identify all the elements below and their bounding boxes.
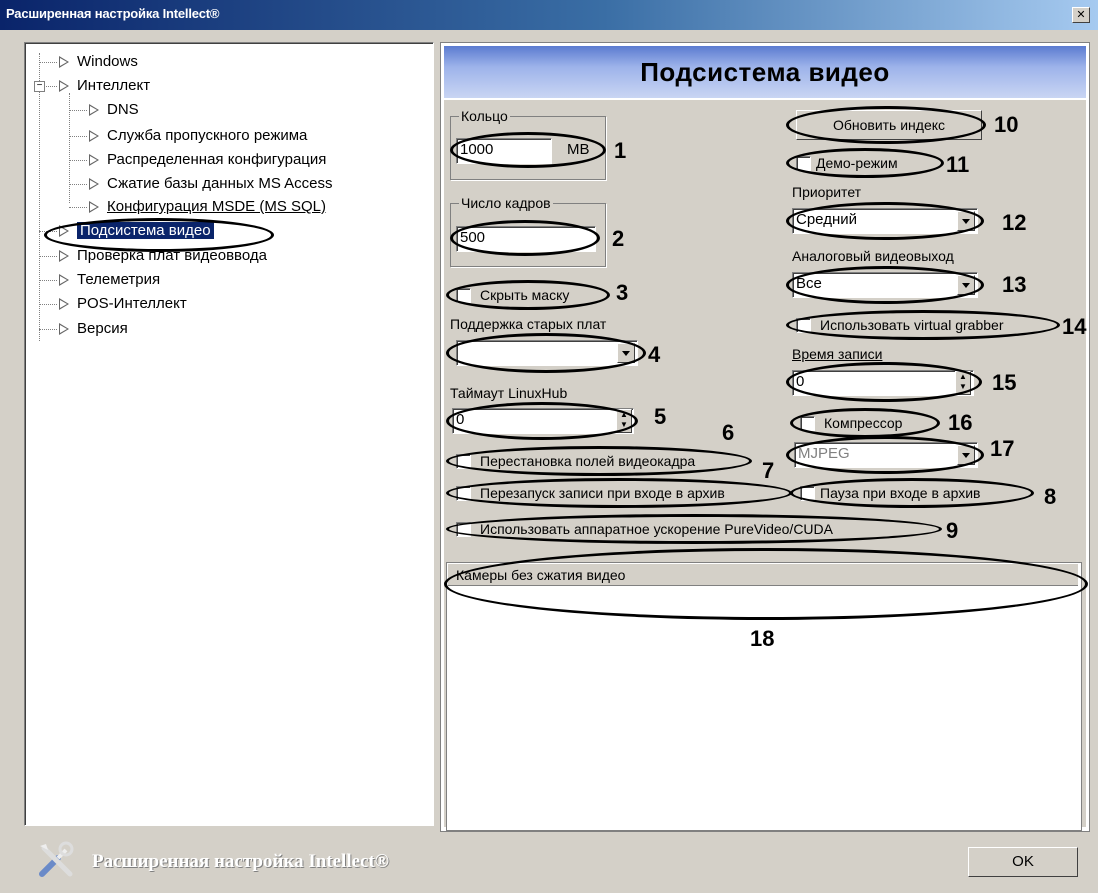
callout-7: 7 [762,458,775,483]
callout-5: 5 [654,404,667,429]
frames-input[interactable]: 500 [456,226,596,252]
tools-icon [39,841,74,877]
callout-17: 17 [990,436,1015,461]
linuxhub-timeout-input[interactable]: 0 [452,408,634,434]
demo-mode-checkbox[interactable] [796,156,811,171]
tree-item-intellect[interactable]: Интеллект [59,77,150,94]
tree-item-telemetry[interactable]: Телеметрия [59,271,160,288]
priority-label: Приоритет [792,184,862,200]
cameras-list[interactable] [446,562,1082,831]
update-index-button[interactable]: Обновить индекс [796,110,982,140]
spin-arrows-icon[interactable]: ▲ ▼ [955,371,971,395]
chevron-down-icon[interactable] [617,343,635,363]
window-title: Расширенная настройка Intellect® [6,6,220,21]
demo-mode-label: Демо-режим [816,155,898,171]
node-icon [59,225,69,238]
ok-button[interactable]: OK [968,847,1078,877]
node-icon [59,56,69,69]
close-button[interactable]: ✕ [1072,7,1090,23]
ring-unit: MB [567,141,590,158]
record-time-input[interactable]: 0 [792,370,974,396]
callout-8: 8 [1044,484,1057,509]
chevron-down-icon[interactable] [957,445,975,465]
callout-4: 4 [648,342,661,367]
callout-9: 9 [946,518,959,543]
old-boards-select[interactable] [456,340,638,366]
virtual-grabber-checkbox[interactable] [796,318,811,333]
callout-2: 2 [612,226,625,251]
codec-select[interactable]: MJPEG [794,442,978,468]
callout-14: 14 [1062,314,1087,339]
node-icon [59,323,69,336]
tree-item-distributed-config[interactable]: Распределенная конфигурация [89,151,326,168]
callout-13: 13 [1002,272,1027,297]
analog-out-label: Аналоговый видеовыход [792,248,954,264]
settings-tree[interactable]: Windows − Интеллект DNS Служба пропускно… [24,42,434,826]
node-icon [59,250,69,263]
chevron-down-icon[interactable] [957,275,975,295]
linuxhub-label: Таймаут LinuxHub [450,385,568,401]
ring-label: Кольцо [459,108,510,124]
tree-item-pos-intellect[interactable]: POS-Интеллект [59,295,187,312]
node-icon [59,298,69,311]
compressor-checkbox[interactable] [800,416,815,431]
node-icon [89,154,99,167]
pause-archive-checkbox[interactable] [800,486,815,501]
ring-size-input[interactable]: 1000 [456,138,552,164]
footer-title: Расширенная настройка Intellect® [92,851,389,872]
old-boards-label: Поддержка старых плат [450,316,607,332]
spin-arrows-icon[interactable]: ▲ ▼ [616,409,632,433]
callout-18: 18 [750,626,775,651]
restart-record-checkbox[interactable] [456,486,471,501]
hide-mask-label: Скрыть маску [480,287,570,303]
restart-record-label: Перезапуск записи при входе в архив [480,485,725,501]
hide-mask-checkbox[interactable] [456,288,471,303]
title-bar: Расширенная настройка Intellect® ✕ [0,0,1098,30]
node-icon [89,201,99,214]
analog-out-select[interactable]: Все [792,272,978,298]
callout-10: 10 [994,112,1019,137]
priority-select[interactable]: Средний [792,208,978,234]
callout-12: 12 [1002,210,1027,235]
frames-label: Число кадров [459,195,553,211]
panel-header: Подсистема видео [444,46,1086,98]
tree-item-video-subsystem[interactable]: Подсистема видео [59,222,214,239]
node-icon [59,274,69,287]
callout-11: 11 [946,152,970,177]
collapse-toggle[interactable]: − [34,81,45,92]
tree-item-msde-config[interactable]: Конфигурация MSDE (MS SQL) [89,198,326,215]
callout-1: 1 [614,138,627,163]
pause-archive-label: Пауза при входе в архив [820,485,981,501]
node-icon [59,80,69,93]
callout-15: 15 [992,370,1017,395]
swap-fields-checkbox[interactable] [456,454,471,469]
tree-item-dns[interactable]: DNS [89,101,139,118]
virtual-grabber-label: Использовать virtual grabber [820,317,1004,333]
callout-16: 16 [948,410,973,435]
callout-3: 3 [616,280,629,305]
record-time-label: Время записи [792,346,883,362]
node-icon [89,178,99,191]
swap-fields-label: Перестановка полей видеокадра [480,453,696,469]
hw-accel-label: Использовать аппаратное ускорение PureVi… [480,521,833,537]
tree-item-access-control[interactable]: Служба пропускного режима [89,127,307,144]
tree-item-windows[interactable]: Windows [59,53,138,70]
chevron-down-icon[interactable] [957,211,975,231]
node-icon [89,104,99,117]
hw-accel-checkbox[interactable] [456,522,471,537]
tree-item-capture-check[interactable]: Проверка плат видеоввода [59,247,267,264]
cameras-list-header[interactable]: Камеры без сжатия видео [448,564,1078,586]
compressor-label: Компрессор [824,415,903,431]
callout-6: 6 [722,420,735,445]
tree-item-db-compress[interactable]: Сжатие базы данных MS Access [89,175,333,192]
node-icon [89,130,99,143]
tree-item-version[interactable]: Версия [59,320,128,337]
